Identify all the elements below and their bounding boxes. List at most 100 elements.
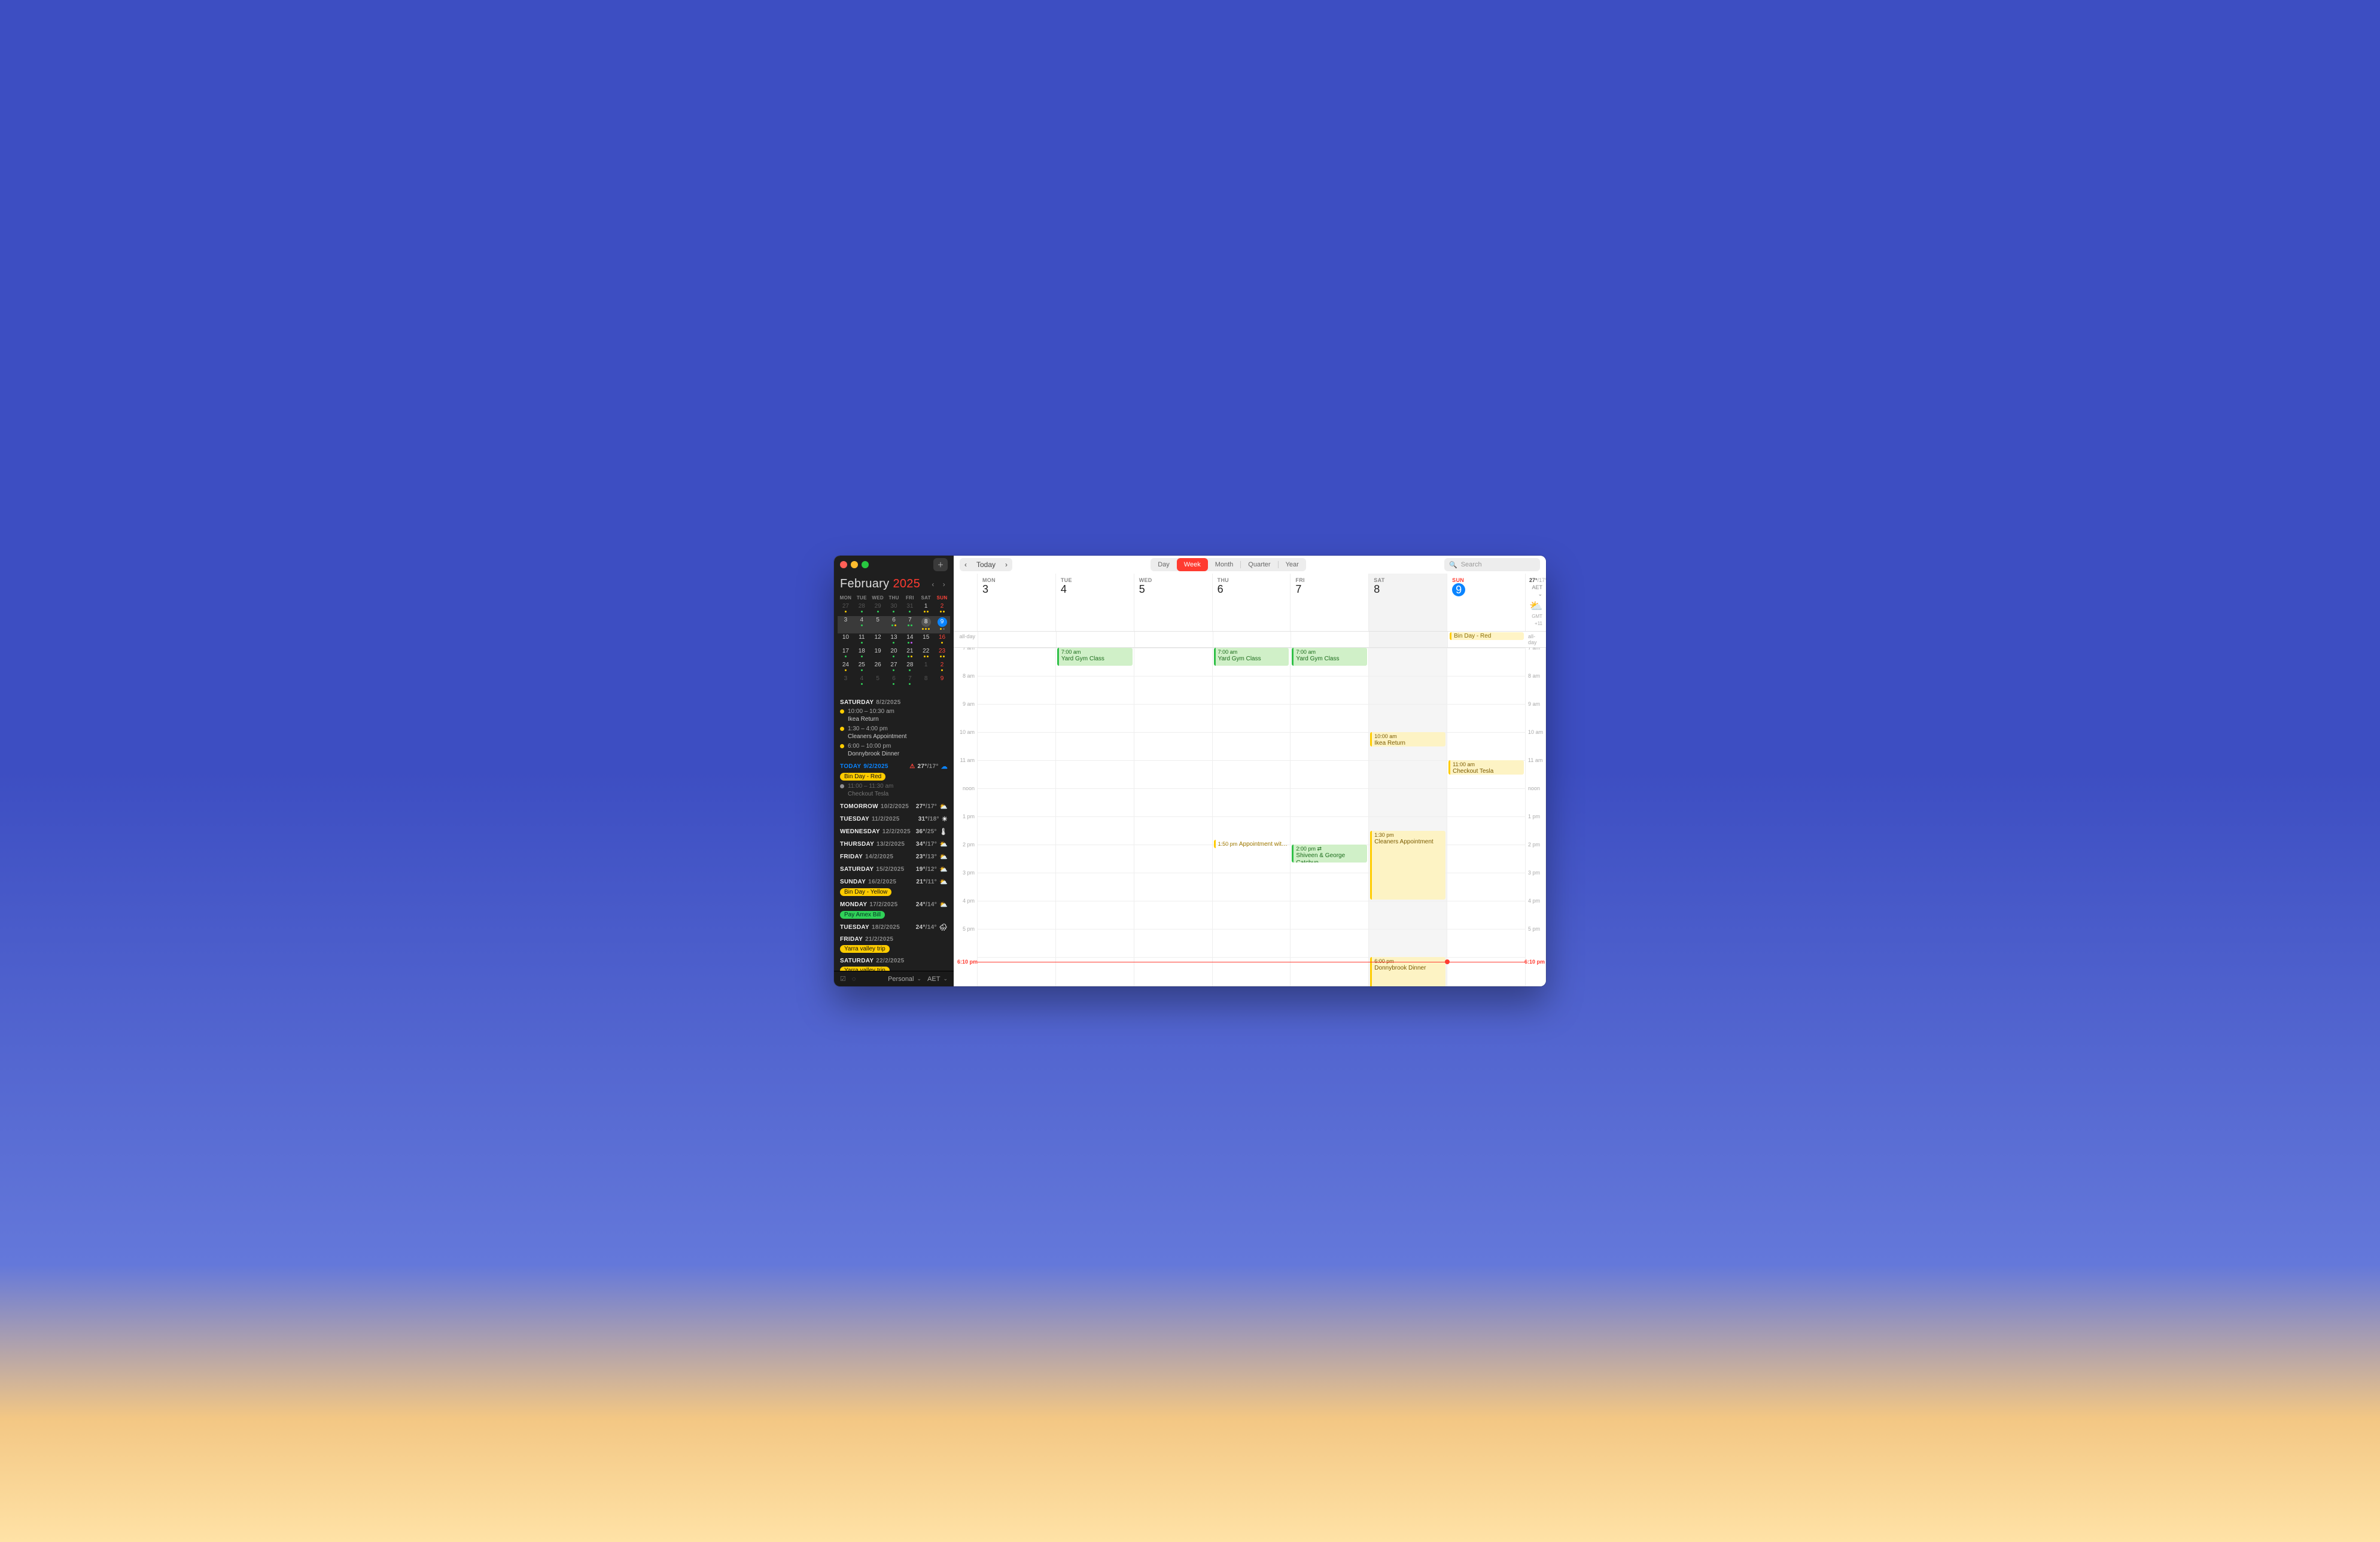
agenda-pill[interactable]: Bin Day - Yellow (840, 888, 891, 896)
agenda-event[interactable]: 6:00 – 10:00 pmDonnybrook Dinner (840, 742, 948, 758)
day-header-cell[interactable]: SAT8 (1369, 574, 1447, 631)
mini-day-cell[interactable]: 25 (854, 661, 870, 675)
day-header-cell[interactable]: MON3 (978, 574, 1056, 631)
agenda-event[interactable]: 11:00 – 11:30 amCheckout Tesla (840, 782, 948, 798)
day-header-cell[interactable]: FRI7 (1291, 574, 1369, 631)
mini-day-cell[interactable]: 15 (918, 633, 934, 647)
window-minimize-button[interactable] (851, 561, 858, 568)
agenda-pill[interactable]: Yarra valley trip (840, 967, 890, 971)
window-close-button[interactable] (840, 561, 847, 568)
mini-day-cell[interactable]: 2 (934, 602, 950, 616)
prev-week-button[interactable]: ‹ (960, 558, 972, 571)
mini-day-cell[interactable]: 23 (934, 647, 950, 661)
view-month-button[interactable]: Month (1208, 558, 1241, 571)
view-week-button[interactable]: Week (1177, 558, 1208, 571)
day-header-cell[interactable]: WED5 (1134, 574, 1213, 631)
day-header-cell[interactable]: THU6 (1213, 574, 1291, 631)
new-event-button[interactable]: ＋ (933, 558, 948, 571)
agenda-pill[interactable]: Bin Day - Red (840, 773, 885, 781)
mini-day-cell[interactable]: 6 (886, 675, 902, 688)
mini-day-cell[interactable]: 8 (918, 675, 934, 688)
mini-day-cell[interactable]: 1 (918, 602, 934, 616)
mini-day-cell[interactable]: 24 (838, 661, 854, 675)
mini-day-cell[interactable]: 1 (918, 661, 934, 675)
mini-day-cell[interactable]: 21 (902, 647, 918, 661)
mini-day-cell[interactable]: 8 (918, 616, 934, 633)
allday-cell[interactable] (1056, 632, 1134, 647)
mini-day-cell[interactable]: 13 (886, 633, 902, 647)
mini-day-cell[interactable]: 6 (886, 616, 902, 633)
mini-day-cell[interactable]: 29 (870, 602, 886, 616)
day-header-cell[interactable]: SUN9 (1447, 574, 1526, 631)
day-column-mon[interactable] (978, 648, 1056, 986)
today-button[interactable]: Today (972, 558, 1000, 571)
day-column-fri[interactable]: 7:00 amYard Gym Class2:00 pm ⇄Shiveen & … (1291, 648, 1369, 986)
mini-day-cell[interactable]: 30 (886, 602, 902, 616)
allday-cell[interactable]: Bin Day - Red (1447, 632, 1526, 647)
day-column-sun[interactable]: 11:00 amCheckout Tesla (1447, 648, 1526, 986)
mini-day-cell[interactable]: 17 (838, 647, 854, 661)
mini-day-cell[interactable]: 5 (870, 616, 886, 633)
checkbox-icon[interactable]: ☑ (840, 975, 846, 983)
week-grid-scroll[interactable]: 7 am8 am9 am10 am11 amnoon1 pm2 pm3 pm4 … (954, 648, 1546, 986)
mini-day-cell[interactable]: 27 (838, 602, 854, 616)
mini-day-cell[interactable]: 28 (854, 602, 870, 616)
calendar-event[interactable]: 7:00 amYard Gym Class (1057, 648, 1133, 666)
mini-day-cell[interactable]: 3 (838, 616, 854, 633)
calendar-event[interactable]: 1:30 pmCleaners Appointment (1370, 831, 1445, 900)
window-zoom-button[interactable] (862, 561, 869, 568)
mini-day-cell[interactable]: 11 (854, 633, 870, 647)
agenda-event[interactable]: 10:00 – 10:30 amIkea Return (840, 708, 948, 723)
day-column-tue[interactable]: 7:00 amYard Gym Class (1056, 648, 1134, 986)
timezone-selector[interactable]: AET (927, 976, 948, 983)
mini-day-cell[interactable]: 7 (902, 616, 918, 633)
sync-icon[interactable]: ◌ (852, 976, 856, 983)
mini-day-cell[interactable]: 3 (838, 675, 854, 688)
day-column-wed[interactable] (1134, 648, 1213, 986)
calendar-event[interactable]: 1:50 pm Appointment wit… (1214, 840, 1289, 848)
mini-day-cell[interactable]: 9 (934, 616, 950, 633)
mini-day-cell[interactable]: 4 (854, 675, 870, 688)
mini-cal-next-button[interactable]: › (941, 579, 948, 590)
view-quarter-button[interactable]: Quarter (1241, 558, 1277, 571)
agenda-list[interactable]: SATURDAY 8/2/202510:00 – 10:30 amIkea Re… (834, 692, 954, 971)
agenda-event[interactable]: 1:30 – 4:00 pmCleaners Appointment (840, 725, 948, 740)
calendar-event[interactable]: 10:00 amIkea Return (1370, 732, 1445, 746)
calendar-event[interactable]: 2:00 pm ⇄Shiveen & George Catchup (1292, 845, 1367, 863)
day-column-thu[interactable]: 7:00 amYard Gym Class 1:50 pm Appointment… (1213, 648, 1291, 986)
mini-day-cell[interactable]: 27 (886, 661, 902, 675)
mini-day-cell[interactable]: 14 (902, 633, 918, 647)
allday-cell[interactable] (978, 632, 1056, 647)
mini-day-cell[interactable]: 10 (838, 633, 854, 647)
mini-cal-prev-button[interactable]: ‹ (929, 579, 936, 590)
agenda-pill[interactable]: Yarra valley trip (840, 945, 890, 953)
mini-day-cell[interactable]: 7 (902, 675, 918, 688)
mini-day-cell[interactable]: 19 (870, 647, 886, 661)
mini-day-cell[interactable]: 9 (934, 675, 950, 688)
mini-day-cell[interactable]: 26 (870, 661, 886, 675)
mini-day-cell[interactable]: 28 (902, 661, 918, 675)
mini-day-cell[interactable]: 5 (870, 675, 886, 688)
mini-day-cell[interactable]: 2 (934, 661, 950, 675)
mini-day-cell[interactable]: 16 (934, 633, 950, 647)
allday-cell[interactable] (1369, 632, 1447, 647)
calendar-event[interactable]: 11:00 amCheckout Tesla (1448, 760, 1524, 775)
allday-cell[interactable] (1134, 632, 1213, 647)
mini-day-cell[interactable]: 31 (902, 602, 918, 616)
next-week-button[interactable]: › (1000, 558, 1012, 571)
view-year-button[interactable]: Year (1279, 558, 1306, 571)
mini-day-cell[interactable]: 12 (870, 633, 886, 647)
calendar-set-selector[interactable]: Personal (888, 976, 921, 983)
mini-day-cell[interactable]: 18 (854, 647, 870, 661)
search-input[interactable]: 🔍 Search (1444, 558, 1540, 571)
view-day-button[interactable]: Day (1151, 558, 1177, 571)
calendar-event[interactable]: 7:00 amYard Gym Class (1214, 648, 1289, 666)
day-header-cell[interactable]: TUE4 (1056, 574, 1134, 631)
allday-cell[interactable] (1291, 632, 1369, 647)
allday-event[interactable]: Bin Day - Red (1450, 632, 1524, 640)
day-column-sat[interactable]: 10:00 amIkea Return 1:30 pmCleaners Appoi… (1369, 648, 1447, 986)
mini-day-cell[interactable]: 20 (886, 647, 902, 661)
allday-cell[interactable] (1213, 632, 1291, 647)
agenda-pill[interactable]: Pay Amex Bill (840, 911, 885, 919)
mini-day-cell[interactable]: 22 (918, 647, 934, 661)
